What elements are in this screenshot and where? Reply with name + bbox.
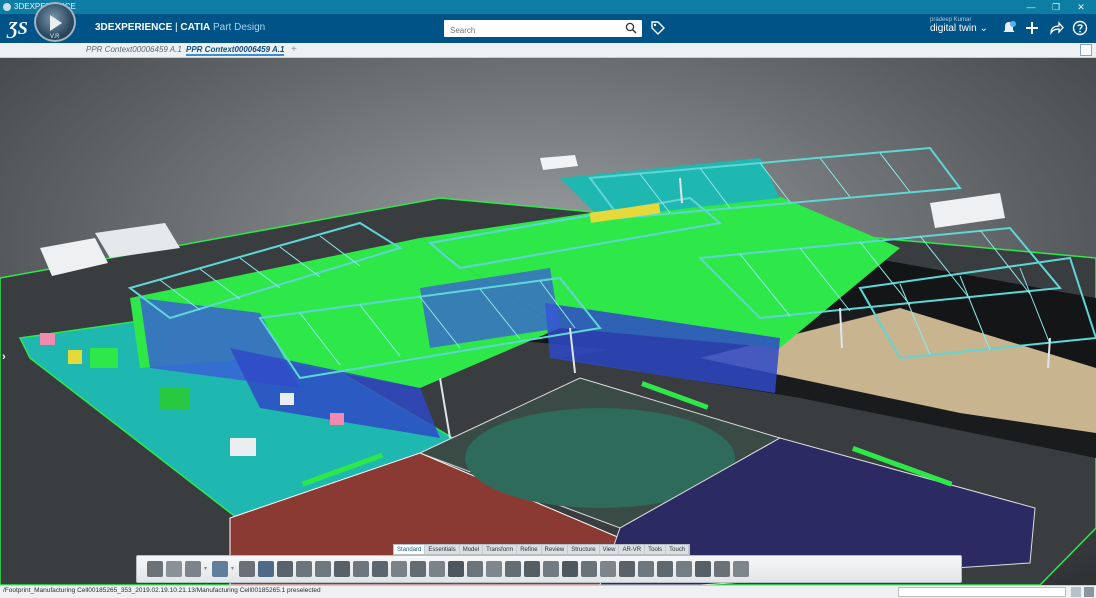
share-icon[interactable]: [1048, 20, 1064, 36]
factory-3d-model[interactable]: [0, 58, 1096, 585]
compass-label: V.R: [50, 34, 60, 40]
favorite-icon[interactable]: [334, 561, 350, 577]
tools-icon[interactable]: [410, 561, 426, 577]
document-icon[interactable]: [296, 561, 312, 577]
expand-tree-icon[interactable]: ›: [2, 351, 6, 363]
add-tab-button[interactable]: +: [291, 44, 297, 55]
list-icon[interactable]: [676, 561, 692, 577]
minimize-button[interactable]: —: [1021, 0, 1041, 14]
close-button[interactable]: ✕: [1071, 0, 1091, 14]
document-tab-bar: PPR Context00006459 A.1 PPR Context00006…: [0, 43, 1096, 58]
restore-button[interactable]: ❐: [1046, 0, 1066, 14]
paste-icon[interactable]: [185, 561, 201, 577]
status-bar: /Footprint_Manufacturing Cell00185265_35…: [0, 585, 1096, 598]
tab-structure[interactable]: Structure: [568, 545, 600, 554]
snap-icon[interactable]: [695, 561, 711, 577]
tab-review[interactable]: Review: [542, 545, 569, 554]
app-title: 3DEXPERIENCE | CATIA Part Design: [95, 22, 265, 33]
tab-refine[interactable]: Refine: [517, 545, 542, 554]
search-icon[interactable]: [625, 22, 637, 34]
status-message: /Footprint_Manufacturing Cell00185265_35…: [3, 587, 321, 594]
knowledge-icon[interactable]: [543, 561, 559, 577]
search-input[interactable]: [444, 22, 614, 39]
ds-logo-icon[interactable]: ƷS: [8, 18, 28, 39]
tab-essentials[interactable]: Essentials: [425, 545, 460, 554]
settings-gear-icon[interactable]: [1084, 587, 1094, 597]
render-icon[interactable]: [429, 561, 445, 577]
transfer-icon[interactable]: [600, 561, 616, 577]
tree-icon[interactable]: [372, 561, 388, 577]
properties-icon[interactable]: [315, 561, 331, 577]
table-icon[interactable]: [486, 561, 502, 577]
sheet-icon[interactable]: [353, 561, 369, 577]
publish-icon[interactable]: [391, 561, 407, 577]
tab-transform[interactable]: Transform: [483, 545, 518, 554]
cut-icon[interactable]: [147, 561, 163, 577]
compass-button[interactable]: V.R: [34, 2, 76, 42]
action-bar: ▾ ▾: [136, 555, 962, 583]
play-icon: [50, 15, 62, 31]
cube-icon[interactable]: [562, 561, 578, 577]
mechanism-icon[interactable]: [733, 561, 749, 577]
product-icon[interactable]: [258, 561, 274, 577]
search-box[interactable]: [444, 20, 642, 39]
notifications-icon[interactable]: [1001, 20, 1017, 36]
dropdown-arrow-icon[interactable]: ▾: [204, 561, 209, 577]
layout-icon[interactable]: [657, 561, 673, 577]
resource-icon[interactable]: [581, 561, 597, 577]
add-icon[interactable]: [1024, 20, 1040, 36]
app-icon: [3, 3, 11, 11]
tab-tools[interactable]: Tools: [645, 545, 667, 554]
filter-icon[interactable]: [1071, 587, 1081, 597]
settings-icon[interactable]: [239, 561, 255, 577]
collaborative-space[interactable]: digital twin ⌄: [930, 23, 1000, 34]
geometry-icon[interactable]: [505, 561, 521, 577]
user-menu[interactable]: pradeep Kumar digital twin ⌄: [930, 17, 1000, 34]
maximize-viewer-icon[interactable]: [1080, 44, 1092, 56]
window-title-bar: 3DEXPERIENCE — ❐ ✕: [0, 0, 1096, 14]
tab-ppr-context-1[interactable]: PPR Context00006459 A.1: [86, 45, 182, 54]
tab-ar-vr[interactable]: AR-VR: [619, 545, 646, 554]
3d-viewport[interactable]: ›: [0, 58, 1096, 585]
tab-view[interactable]: View: [600, 545, 620, 554]
parameter-icon[interactable]: [524, 561, 540, 577]
command-input[interactable]: [898, 587, 1066, 597]
tab-standard[interactable]: Standard: [394, 545, 426, 554]
brand-name: 3DEXPERIENCE: [95, 22, 173, 33]
formula-icon[interactable]: [448, 561, 464, 577]
dropdown-arrow-icon[interactable]: ▾: [231, 561, 236, 577]
window-icon[interactable]: [638, 561, 654, 577]
action-bar-tabs: Standard Essentials Model Transform Refi…: [393, 544, 691, 555]
tab-touch[interactable]: Touch: [666, 545, 690, 554]
brand-app: CATIA: [180, 22, 211, 33]
tag-icon[interactable]: [650, 20, 666, 36]
top-bar: ƷS 3DEXPERIENCE | CATIA Part Design prad…: [0, 14, 1096, 43]
assembly-icon[interactable]: [619, 561, 635, 577]
undo-icon[interactable]: [212, 561, 228, 577]
help-icon[interactable]: [1072, 20, 1088, 36]
part-icon[interactable]: [277, 561, 293, 577]
brand-app-module: Part Design: [213, 22, 266, 33]
tab-ppr-context-2[interactable]: PPR Context00006459 A.1: [186, 45, 285, 56]
robot-icon[interactable]: [714, 561, 730, 577]
copy-icon[interactable]: [166, 561, 182, 577]
tab-model[interactable]: Model: [460, 545, 484, 554]
measure-icon[interactable]: [467, 561, 483, 577]
